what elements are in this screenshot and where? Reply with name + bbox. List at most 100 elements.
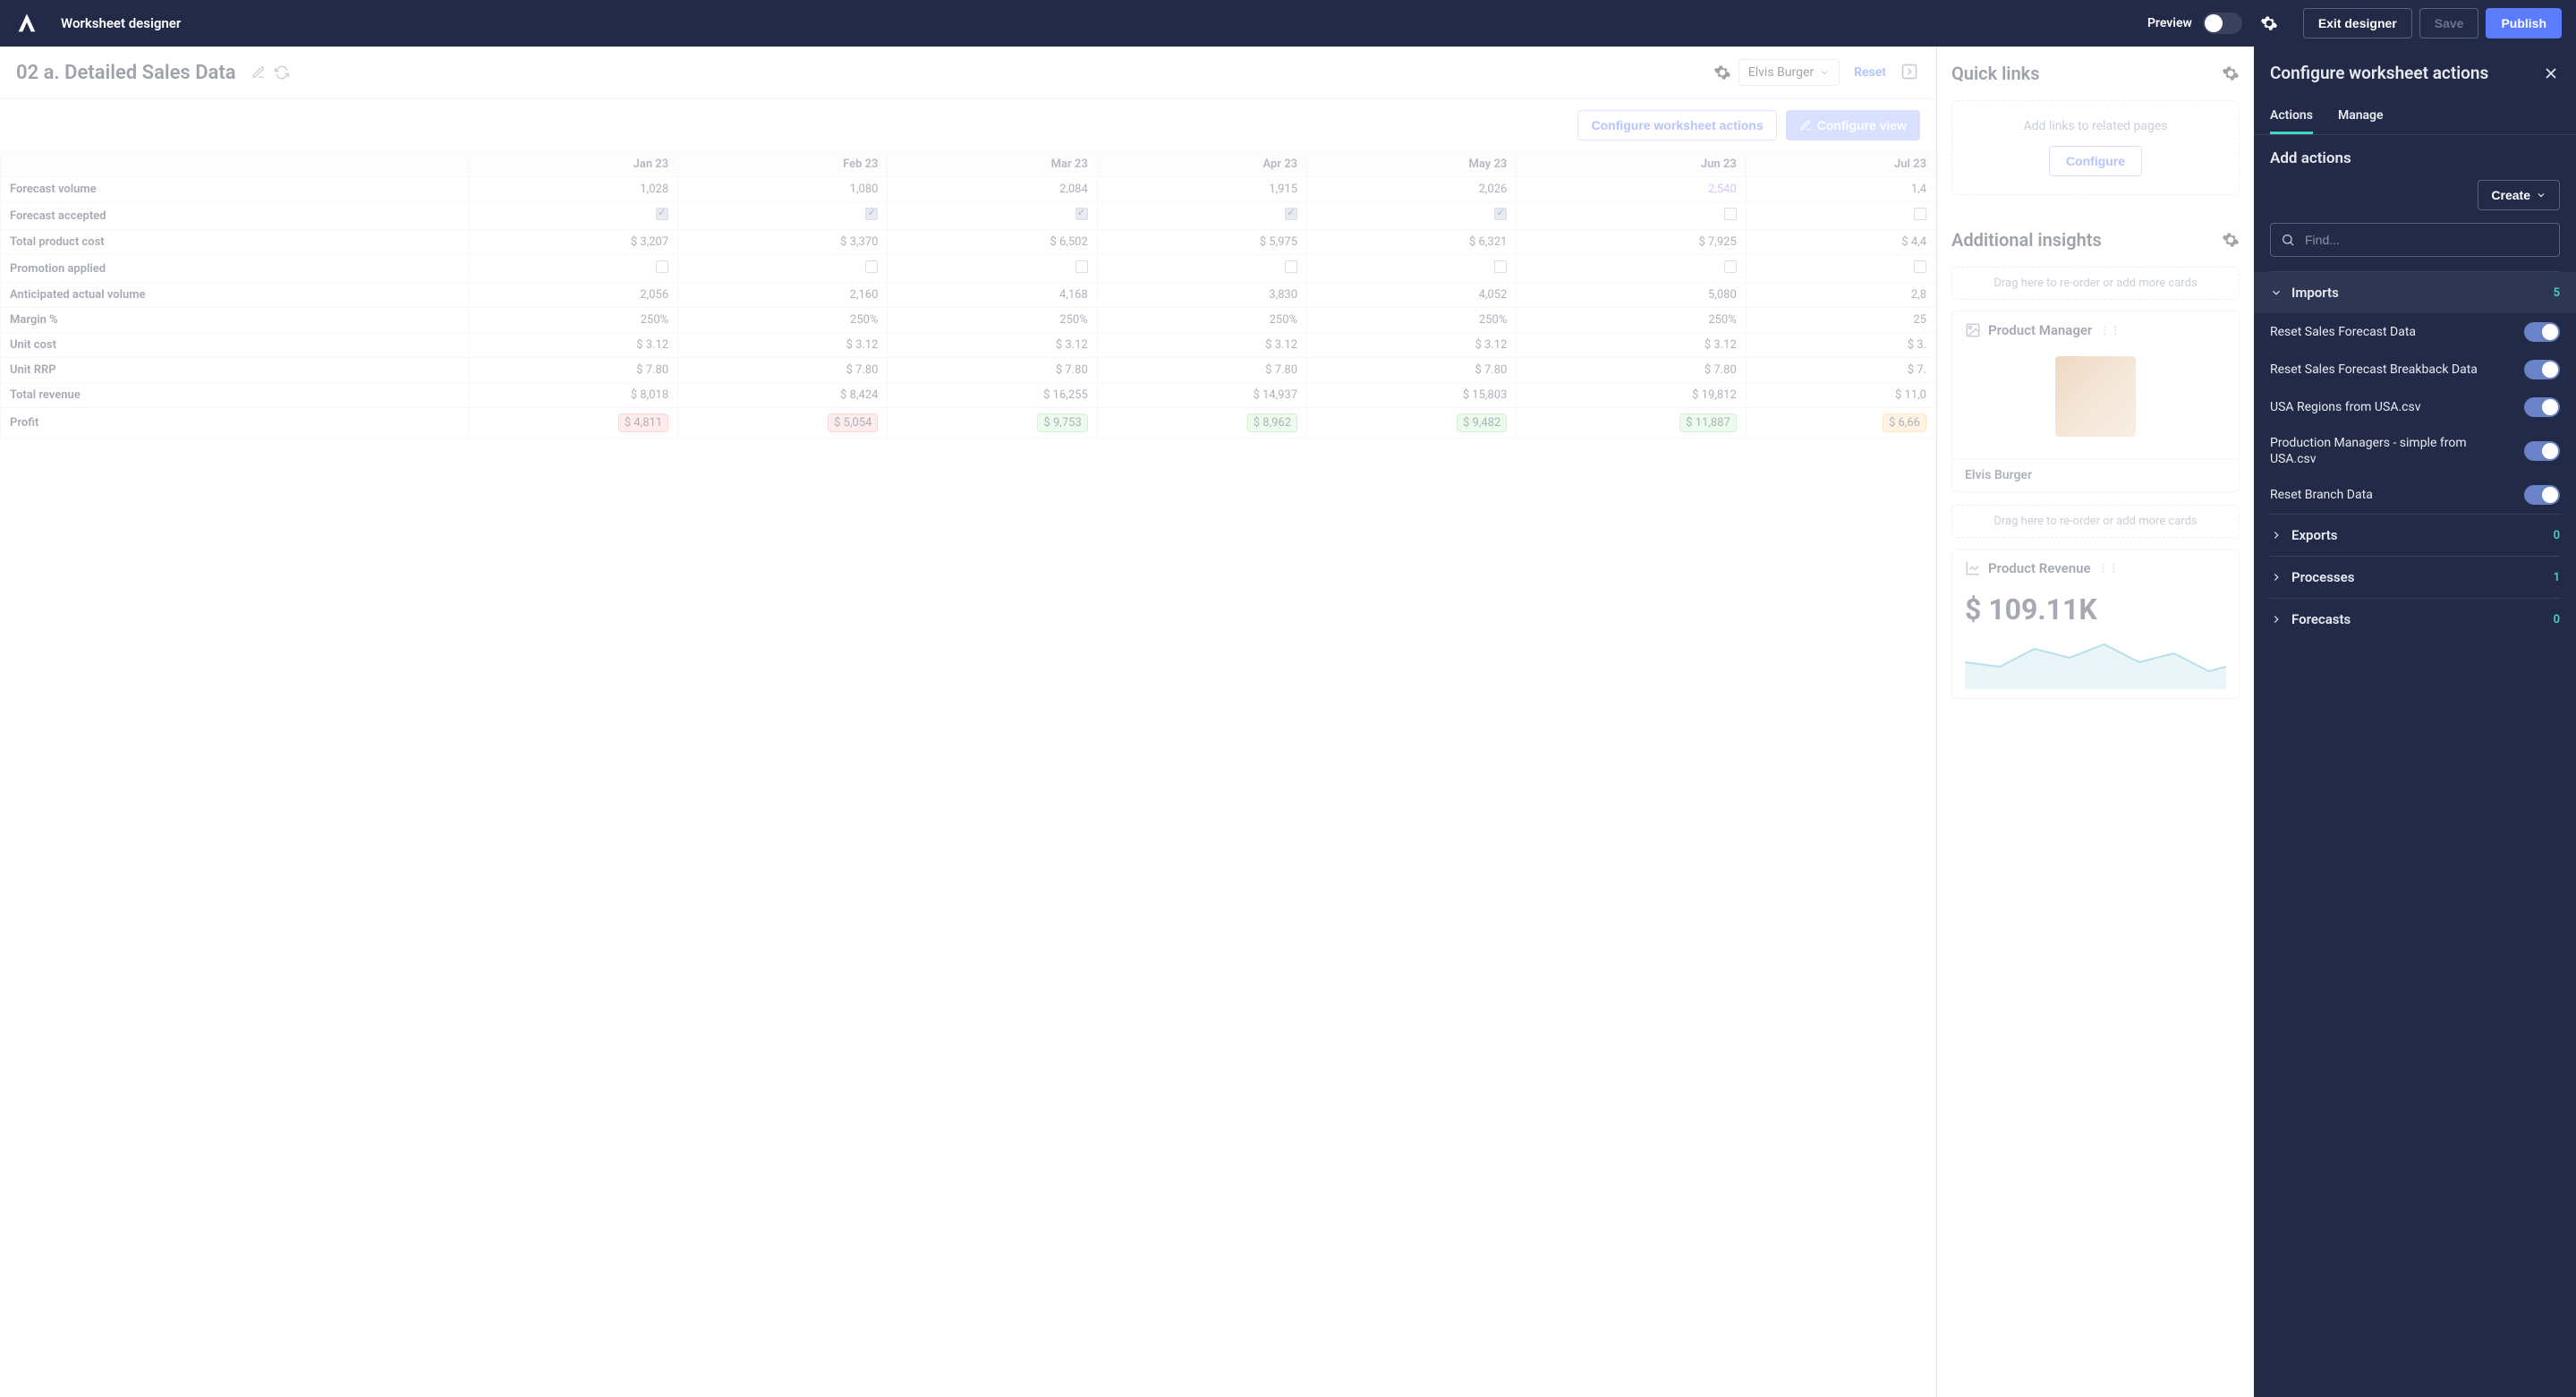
cell[interactable]: $ 8,424 bbox=[678, 383, 888, 408]
cell[interactable]: $ 7.80 bbox=[468, 358, 677, 383]
insights-settings-icon[interactable] bbox=[2222, 231, 2240, 249]
cell[interactable]: 1,028 bbox=[468, 177, 677, 202]
tab-manage[interactable]: Manage bbox=[2338, 99, 2384, 134]
row-label[interactable]: Profit bbox=[1, 408, 469, 439]
column-header[interactable]: Mar 23 bbox=[888, 152, 1097, 177]
insights-drop-zone-2[interactable]: Drag here to re-order or add more cards bbox=[1951, 505, 2240, 538]
cell[interactable]: $ 11,0 bbox=[1746, 383, 1935, 408]
cell-checkbox[interactable] bbox=[1746, 255, 1935, 283]
cell[interactable]: $ 3.12 bbox=[1097, 333, 1306, 358]
cell[interactable]: 250% bbox=[888, 308, 1097, 333]
worksheet-settings-icon[interactable] bbox=[1713, 64, 1731, 81]
cell-profit[interactable]: $ 5,054 bbox=[678, 408, 888, 439]
cell[interactable]: $ 3,370 bbox=[678, 230, 888, 255]
refresh-icon[interactable] bbox=[272, 63, 292, 82]
insert-icon[interactable] bbox=[1900, 63, 1920, 82]
cell[interactable]: 5,080 bbox=[1517, 283, 1746, 308]
preview-toggle[interactable] bbox=[2203, 13, 2242, 34]
action-toggle[interactable] bbox=[2524, 397, 2560, 417]
cell[interactable]: 250% bbox=[1097, 308, 1306, 333]
cell[interactable]: $ 3,207 bbox=[468, 230, 677, 255]
cell-checkbox[interactable] bbox=[1517, 202, 1746, 230]
cell[interactable]: 2,8 bbox=[1746, 283, 1935, 308]
cell[interactable]: 1,080 bbox=[678, 177, 888, 202]
row-label[interactable]: Forecast accepted bbox=[1, 202, 469, 230]
column-header[interactable]: Feb 23 bbox=[678, 152, 888, 177]
edit-title-icon[interactable] bbox=[249, 63, 268, 82]
cell[interactable]: $ 3. bbox=[1746, 333, 1935, 358]
exit-designer-button[interactable]: Exit designer bbox=[2303, 8, 2412, 38]
cell-checkbox[interactable] bbox=[888, 255, 1097, 283]
cell[interactable]: 1,915 bbox=[1097, 177, 1306, 202]
cell-checkbox[interactable] bbox=[468, 255, 677, 283]
cell[interactable]: 2,056 bbox=[468, 283, 677, 308]
configure-actions-button[interactable]: Configure worksheet actions bbox=[1577, 110, 1776, 141]
row-label[interactable]: Forecast volume bbox=[1, 177, 469, 202]
cell-profit[interactable]: $ 4,811 bbox=[468, 408, 677, 439]
cell[interactable]: $ 15,803 bbox=[1307, 383, 1517, 408]
cell[interactable]: $ 3.12 bbox=[468, 333, 677, 358]
cell[interactable]: $ 5,975 bbox=[1097, 230, 1306, 255]
drag-handle-icon[interactable]: ⋮⋮ bbox=[2099, 324, 2121, 336]
cell[interactable]: $ 19,812 bbox=[1517, 383, 1746, 408]
drag-handle-icon[interactable]: ⋮⋮ bbox=[2098, 562, 2120, 575]
save-button[interactable]: Save bbox=[2419, 8, 2479, 38]
cell-profit[interactable]: $ 9,482 bbox=[1307, 408, 1517, 439]
column-header[interactable]: May 23 bbox=[1307, 152, 1517, 177]
cell-checkbox[interactable] bbox=[888, 202, 1097, 230]
cell-profit[interactable]: $ 11,887 bbox=[1517, 408, 1746, 439]
configure-view-button[interactable]: Configure view bbox=[1786, 110, 1920, 141]
cell[interactable]: $ 4,4 bbox=[1746, 230, 1935, 255]
cell[interactable]: 3,830 bbox=[1097, 283, 1306, 308]
cell[interactable]: $ 7.80 bbox=[1097, 358, 1306, 383]
action-group-header[interactable]: Processes1 bbox=[2270, 557, 2560, 598]
cell[interactable]: $ 6,321 bbox=[1307, 230, 1517, 255]
data-table-wrap[interactable]: Jan 23Feb 23Mar 23Apr 23May 23Jun 23Jul … bbox=[0, 151, 1936, 439]
create-button[interactable]: Create bbox=[2478, 180, 2560, 210]
cell[interactable]: 2,026 bbox=[1307, 177, 1517, 202]
product-revenue-card[interactable]: Product Revenue ⋮⋮ $ 109.11K bbox=[1951, 549, 2240, 699]
cell[interactable]: $ 7.80 bbox=[1517, 358, 1746, 383]
cell[interactable]: 2,540 bbox=[1517, 177, 1746, 202]
cell-checkbox[interactable] bbox=[678, 202, 888, 230]
action-toggle[interactable] bbox=[2524, 360, 2560, 379]
settings-icon[interactable] bbox=[2260, 14, 2278, 32]
cell-checkbox[interactable] bbox=[1746, 202, 1935, 230]
row-label[interactable]: Unit RRP bbox=[1, 358, 469, 383]
row-label[interactable]: Anticipated actual volume bbox=[1, 283, 469, 308]
cell[interactable]: $ 16,255 bbox=[888, 383, 1097, 408]
cell[interactable]: $ 7,925 bbox=[1517, 230, 1746, 255]
action-toggle[interactable] bbox=[2524, 441, 2560, 461]
cell[interactable]: 250% bbox=[678, 308, 888, 333]
column-header[interactable]: Jun 23 bbox=[1517, 152, 1746, 177]
row-label[interactable]: Unit cost bbox=[1, 333, 469, 358]
row-label[interactable]: Total revenue bbox=[1, 383, 469, 408]
search-input[interactable] bbox=[2270, 223, 2560, 257]
cell[interactable]: 25 bbox=[1746, 308, 1935, 333]
publish-button[interactable]: Publish bbox=[2486, 8, 2562, 38]
close-icon[interactable] bbox=[2542, 64, 2560, 82]
cell[interactable]: 2,084 bbox=[888, 177, 1097, 202]
cell-checkbox[interactable] bbox=[1097, 202, 1306, 230]
cell[interactable]: $ 3.12 bbox=[678, 333, 888, 358]
cell-profit[interactable]: $ 9,753 bbox=[888, 408, 1097, 439]
cell[interactable]: $ 7.80 bbox=[678, 358, 888, 383]
product-manager-card[interactable]: Product Manager ⋮⋮ Elvis Burger bbox=[1951, 311, 2240, 492]
cell-checkbox[interactable] bbox=[678, 255, 888, 283]
action-toggle[interactable] bbox=[2524, 322, 2560, 342]
row-label[interactable]: Total product cost bbox=[1, 230, 469, 255]
cell[interactable]: 1,4 bbox=[1746, 177, 1935, 202]
action-group-header[interactable]: Forecasts0 bbox=[2270, 599, 2560, 640]
tab-actions[interactable]: Actions bbox=[2270, 99, 2313, 134]
worksheet-selector[interactable]: Elvis Burger bbox=[1739, 59, 1840, 86]
cell[interactable]: $ 7.80 bbox=[888, 358, 1097, 383]
cell-profit[interactable]: $ 8,962 bbox=[1097, 408, 1306, 439]
cell[interactable]: $ 7.80 bbox=[1307, 358, 1517, 383]
column-header[interactable]: Jan 23 bbox=[468, 152, 677, 177]
cell-checkbox[interactable] bbox=[1517, 255, 1746, 283]
cell-checkbox[interactable] bbox=[1097, 255, 1306, 283]
cell[interactable]: 4,168 bbox=[888, 283, 1097, 308]
cell[interactable]: $ 14,937 bbox=[1097, 383, 1306, 408]
insights-drop-zone[interactable]: Drag here to re-order or add more cards bbox=[1951, 267, 2240, 300]
cell[interactable]: $ 3.12 bbox=[888, 333, 1097, 358]
